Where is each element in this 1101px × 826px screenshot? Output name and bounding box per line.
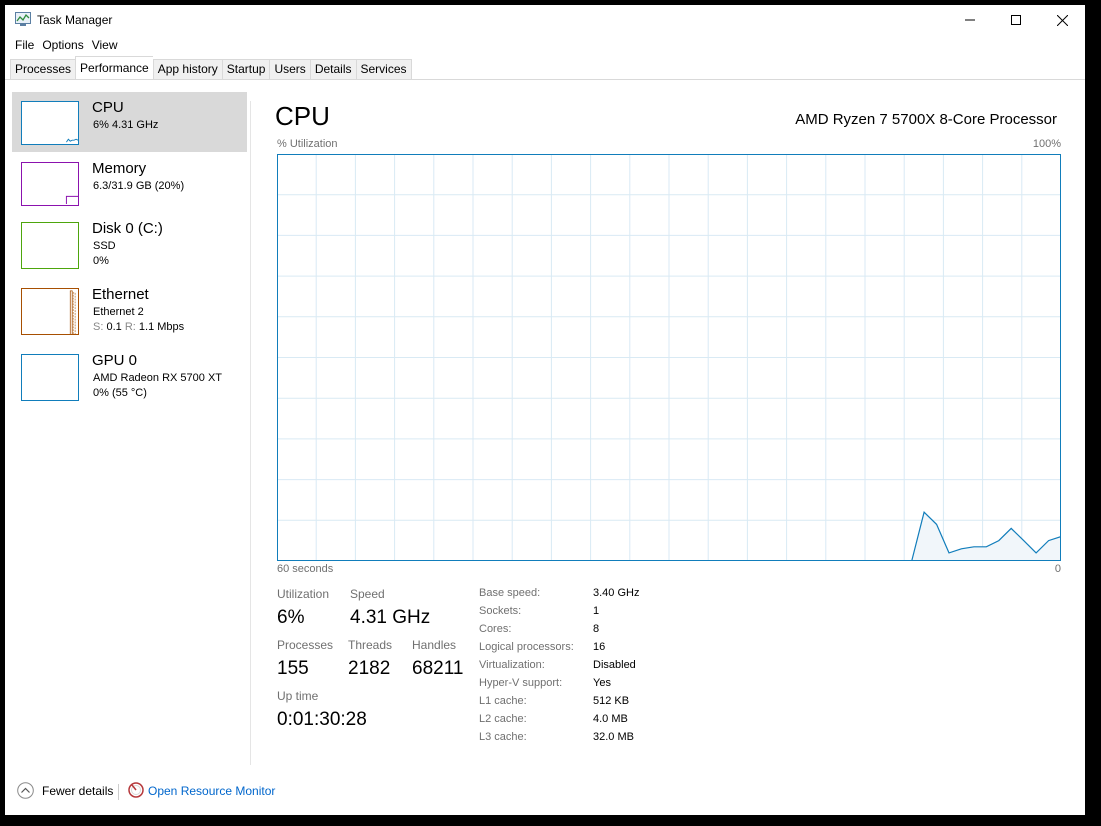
gpu-thumbnail-graph: [21, 354, 79, 401]
close-button[interactable]: [1039, 5, 1085, 35]
spec-value: 3.40 GHz: [593, 587, 640, 599]
minimize-icon: [965, 19, 975, 21]
threads-label: Threads: [348, 638, 393, 652]
processes-value: 155: [277, 658, 309, 679]
tab-app-history[interactable]: App history: [152, 59, 222, 80]
sidebar-item-disk[interactable]: Disk 0 (C:) SSD 0%: [12, 213, 247, 273]
chevron-up-icon[interactable]: [17, 782, 34, 799]
sidebar-item-detail: 6% 4.31 GHz: [93, 119, 159, 131]
menu-view[interactable]: View: [89, 37, 123, 55]
spec-value: Disabled: [593, 659, 636, 671]
tab-performance[interactable]: Performance: [75, 56, 153, 80]
speed-value: 4.31 GHz: [350, 607, 431, 628]
spec-label: Base speed:: [479, 587, 541, 599]
memory-thumbnail-graph: [21, 162, 79, 206]
graph-x-min-label: 0: [1054, 563, 1061, 575]
spec-value: 8: [593, 623, 600, 635]
tab-users[interactable]: Users: [269, 59, 310, 80]
processes-label: Processes: [277, 638, 334, 652]
handles-value: 68211: [412, 658, 464, 679]
spec-label: Logical processors:: [479, 641, 574, 653]
processor-name: AMD Ryzen 7 5700X 8-Core Processor: [795, 111, 1057, 128]
task-manager-icon: [15, 12, 31, 26]
minimize-button[interactable]: [947, 5, 993, 35]
uptime-label: Up time: [277, 689, 319, 703]
sidebar-item-cpu[interactable]: CPU 6% 4.31 GHz: [12, 92, 247, 152]
sidebar-item-gpu[interactable]: GPU 0 AMD Radeon RX 5700 XT 0% (55 °C): [12, 345, 247, 405]
network-throughput: S: 0.1 R: 1.1 Mbps: [93, 320, 184, 335]
sidebar-item-ethernet[interactable]: Ethernet Ethernet 2 S: 0.1 R: 1.1 Mbps: [12, 279, 247, 339]
spec-label: L3 cache:: [479, 731, 527, 743]
menu-options[interactable]: Options: [39, 37, 88, 55]
footer-bar: Fewer details Open Resource Monitor: [5, 775, 1085, 807]
send-value: 0.1: [106, 321, 122, 333]
sidebar-item-detail: AMD Radeon RX 5700 XT: [93, 372, 223, 384]
tab-processes[interactable]: Processes: [10, 59, 76, 80]
cpu-utilization-graph[interactable]: [277, 154, 1061, 561]
handles-label: Handles: [412, 638, 457, 652]
spec-value: 4.0 MB: [593, 713, 628, 725]
speed-label: Speed: [350, 587, 385, 601]
sidebar-item-title: Disk 0 (C:): [92, 220, 163, 237]
page-title: CPU: [275, 101, 330, 131]
maximize-button[interactable]: [993, 5, 1039, 35]
sidebar-item-detail: 6.3/31.9 GB (20%): [93, 180, 185, 192]
utilization-value: 6%: [277, 607, 305, 628]
tab-startup[interactable]: Startup: [221, 59, 270, 80]
fewer-details-button[interactable]: Fewer details: [42, 784, 113, 798]
receive-value: 1.1 Mbps: [138, 321, 185, 333]
spec-value: 32.0 MB: [593, 731, 634, 743]
tab-details[interactable]: Details: [309, 59, 356, 80]
graph-area-fill: [911, 512, 1061, 561]
spec-label: L1 cache:: [479, 695, 527, 707]
sidebar-item-title: Memory: [92, 160, 147, 177]
spec-label: Hyper-V support:: [479, 677, 563, 689]
maximize-icon: [1011, 15, 1021, 25]
uptime-value: 0:01:30:28: [277, 709, 367, 730]
graph-y-label: % Utilization: [277, 138, 338, 150]
close-icon: [1056, 14, 1068, 26]
spec-label: L2 cache:: [479, 713, 527, 725]
spec-value: 1: [593, 605, 600, 617]
ethernet-thumbnail-graph: [21, 288, 79, 335]
menu-file[interactable]: File: [5, 37, 39, 55]
sidebar-item-detail: SSD: [93, 240, 116, 252]
spec-label: Sockets:: [479, 605, 522, 617]
resource-monitor-icon: [128, 782, 144, 798]
footer-divider: [118, 784, 119, 800]
spec-value: Yes: [593, 677, 611, 689]
spec-value: 16: [593, 641, 606, 653]
sidebar-item-title: Ethernet: [92, 286, 149, 303]
tab-services[interactable]: Services: [355, 59, 412, 80]
sidebar-item-detail: 0% (55 °C): [93, 387, 147, 399]
graph-x-label: 60 seconds: [277, 563, 334, 575]
threads-value: 2182: [348, 658, 391, 679]
tab-strip: Processes Performance App history Startu…: [10, 56, 412, 80]
sidebar-item-detail: Ethernet 2: [93, 306, 144, 318]
title-bar[interactable]: Task Manager: [5, 5, 1085, 35]
sidebar-divider: [250, 101, 251, 765]
spec-value: 512 KB: [593, 695, 630, 707]
sidebar-item-title: GPU 0: [92, 352, 138, 369]
tab-divider: [5, 79, 1085, 80]
send-label: S:: [93, 321, 104, 333]
open-resource-monitor-link[interactable]: Open Resource Monitor: [148, 784, 275, 798]
task-manager-window: Task Manager File Options View Processes…: [5, 5, 1085, 815]
receive-label: R:: [124, 321, 136, 333]
graph-y-max-label: 100%: [1032, 138, 1061, 150]
window-title: Task Manager: [37, 13, 113, 27]
utilization-label: Utilization: [277, 587, 330, 601]
cpu-thumbnail-graph: [21, 101, 79, 145]
menu-bar: File Options View: [5, 37, 123, 55]
disk-thumbnail-graph: [21, 222, 79, 269]
sidebar-item-memory[interactable]: Memory 6.3/31.9 GB (20%): [12, 153, 247, 213]
spec-label: Cores:: [479, 623, 512, 635]
spec-label: Virtualization:: [479, 659, 545, 671]
sidebar-item-detail: 0%: [93, 255, 109, 267]
sidebar-item-title: CPU: [92, 99, 124, 116]
